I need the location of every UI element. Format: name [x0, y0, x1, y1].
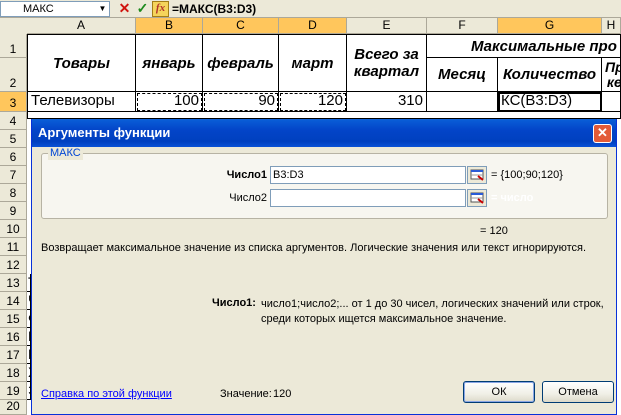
cell-e3[interactable]: 310 — [347, 92, 427, 112]
column-header-g[interactable]: G — [498, 18, 602, 34]
cancel-formula-icon[interactable]: ✕ — [116, 1, 133, 17]
cell-feb-header[interactable]: февраль — [203, 34, 279, 92]
row-header-1[interactable]: 1 — [0, 34, 27, 58]
arg1-label: Число1 — [226, 169, 267, 181]
row-header-19[interactable]: 19 — [0, 382, 27, 400]
row-header-15[interactable]: 15 — [0, 310, 27, 328]
collapse-dialog-icon[interactable] — [467, 189, 487, 207]
cell-max-group-header[interactable]: Максимальные про — [427, 34, 621, 58]
function-args-group: МАКС Число1 = {100;90;120} Число2 = числ… — [41, 147, 608, 219]
cell-h-header[interactable]: Пр ке — [602, 58, 621, 92]
row-header-17[interactable]: 17 — [0, 346, 27, 364]
row-header-12[interactable]: 12 — [0, 256, 27, 274]
formula-result: = 120 — [480, 225, 508, 237]
function-name: МАКС — [48, 147, 83, 160]
arg2-result: = число — [491, 192, 534, 204]
function-description: Возвращает максимальное значение из спис… — [41, 242, 587, 254]
column-header-c[interactable]: C — [203, 18, 279, 34]
cell-g3[interactable]: КС(B3:D3) — [498, 92, 602, 112]
cell-quantity-header[interactable]: Количество — [498, 58, 602, 92]
arg2-input[interactable] — [270, 189, 466, 207]
row-header-9[interactable]: 9 — [0, 202, 27, 220]
cell-h3[interactable] — [602, 92, 621, 112]
arg-help-label: Число1: — [212, 297, 256, 309]
value-label: Значение: — [220, 388, 272, 400]
cell-b3[interactable]: 100 — [136, 92, 203, 112]
enter-formula-icon[interactable]: ✓ — [134, 1, 151, 17]
row-header-18[interactable]: 18 — [0, 364, 27, 382]
column-header-e[interactable]: E — [347, 18, 427, 34]
name-box[interactable]: МАКС — [0, 1, 110, 17]
arg2-label: Число2 — [229, 192, 267, 204]
cell-month-header[interactable]: Месяц — [427, 58, 498, 92]
ok-button[interactable]: ОК — [463, 381, 535, 403]
formula-bar: МАКС ▼ ✕ ✓ fx =МАКС(B3:D3) — [0, 0, 621, 18]
function-arguments-dialog: Аргументы функции ✕ МАКС Число1 = {100;9… — [31, 119, 617, 415]
column-header-d[interactable]: D — [279, 18, 347, 34]
row-header-5[interactable]: 5 — [0, 130, 27, 148]
row-header-16[interactable]: 16 — [0, 328, 27, 346]
cell-c3[interactable]: 90 — [203, 92, 279, 112]
column-header-a[interactable]: A — [27, 18, 136, 34]
cell-jan-header[interactable]: январь — [136, 34, 203, 92]
insert-function-icon[interactable]: fx — [152, 1, 169, 17]
dialog-title: Аргументы функции — [38, 125, 171, 140]
cell-mar-header[interactable]: март — [279, 34, 347, 92]
column-header-f[interactable]: F — [427, 18, 498, 34]
row-header-6[interactable]: 6 — [0, 148, 27, 166]
cell-a3[interactable]: Телевизоры — [27, 92, 136, 112]
formula-input[interactable]: =МАКС(B3:D3) — [172, 2, 256, 16]
row-header-14[interactable]: 14 — [0, 292, 27, 310]
cell-total-header[interactable]: Всего за квартал — [347, 34, 427, 92]
row-header-20[interactable]: 20 — [0, 399, 27, 415]
column-header-b[interactable]: B — [136, 18, 203, 34]
row-header-11[interactable]: 11 — [0, 238, 27, 256]
row-4-strip — [27, 112, 621, 119]
row-header-4[interactable]: 4 — [0, 112, 27, 130]
column-headers: A B C D E F G H — [0, 18, 621, 34]
cell-f3[interactable] — [427, 92, 498, 112]
row-header-8[interactable]: 8 — [0, 184, 27, 202]
arg1-input[interactable] — [270, 166, 466, 184]
row-header-3[interactable]: 3 — [0, 92, 27, 112]
chevron-down-icon[interactable]: ▼ — [95, 1, 110, 17]
cancel-button[interactable]: Отмена — [542, 381, 614, 403]
arg-help-text: число1;число2;... от 1 до 30 чисел, логи… — [261, 298, 604, 325]
arg1-result: = {100;90;120} — [491, 169, 563, 181]
row-header-10[interactable]: 10 — [0, 220, 27, 238]
row-header-7[interactable]: 7 — [0, 166, 27, 184]
column-header-h[interactable]: H — [602, 18, 621, 34]
dialog-title-bar[interactable]: Аргументы функции ✕ — [32, 119, 616, 147]
close-icon[interactable]: ✕ — [593, 124, 612, 143]
row-header-13[interactable]: 13 — [0, 274, 27, 292]
collapse-dialog-icon[interactable] — [467, 166, 487, 184]
value-output: 120 — [273, 388, 292, 400]
row-header-2[interactable]: 2 — [0, 58, 27, 92]
function-help-link[interactable]: Справка по этой функции — [41, 388, 172, 400]
cell-d3[interactable]: 120 — [279, 92, 347, 112]
cell-goods-header[interactable]: Товары — [27, 34, 136, 92]
